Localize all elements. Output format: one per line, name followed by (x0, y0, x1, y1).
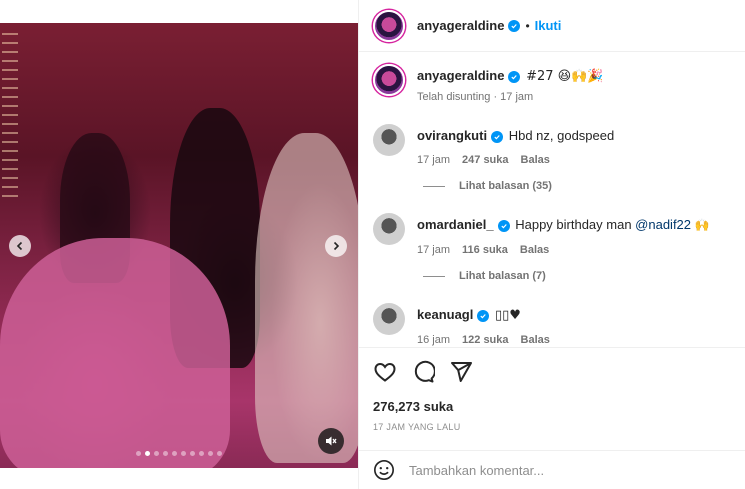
caption-edited: Telah disunting · 17 jam (417, 91, 534, 103)
verified-icon (491, 131, 504, 143)
verified-icon (477, 310, 490, 322)
previous-slide-button[interactable] (9, 235, 31, 257)
divider (423, 185, 445, 187)
verified-icon (497, 220, 510, 232)
comment-time: 17 jam (417, 154, 451, 166)
avatar[interactable] (373, 303, 405, 335)
carousel-dot (181, 451, 186, 456)
carousel-dot (163, 451, 168, 456)
caption-username[interactable]: anyageraldine (417, 68, 504, 83)
chevron-right-icon (333, 241, 340, 251)
author-username[interactable]: anyageraldine (417, 18, 504, 33)
comment-emoji: 🙌 (694, 218, 710, 232)
smiley-icon (374, 460, 394, 480)
avatar[interactable] (373, 64, 405, 96)
comment-input[interactable] (409, 462, 709, 478)
comment: keanuagl ▯▯♥ 16 jam 122 suka Balas (373, 303, 550, 347)
view-replies-label: Lihat balasan (35) (459, 180, 552, 192)
comment: ovirangkuti Hbd nz, godspeed 17 jam 247 … (373, 124, 614, 169)
share-icon (451, 362, 472, 382)
comment-username[interactable]: keanuagl (417, 307, 473, 322)
avatar[interactable] (373, 213, 405, 245)
mute-button[interactable] (318, 428, 344, 454)
view-replies-button[interactable]: Lihat balasan (35) (423, 180, 552, 192)
carousel-dot (136, 451, 141, 456)
carousel-dot (217, 451, 222, 456)
reply-button[interactable]: Balas (521, 332, 550, 347)
comment-text: ▯▯♥ (494, 308, 521, 323)
comment-button[interactable] (411, 360, 436, 384)
reply-button[interactable]: Balas (520, 242, 549, 259)
comment-text: Happy birthday man (515, 217, 636, 232)
comment-username[interactable]: ovirangkuti (417, 128, 487, 143)
post-details-panel: anyageraldine • Ikuti anyageraldine #27 … (358, 0, 745, 489)
carousel-dot (145, 451, 150, 456)
mute-icon (326, 436, 337, 446)
comment-likes[interactable]: 116 suka (462, 242, 508, 259)
mention-link[interactable]: @nadif22 (635, 217, 691, 232)
share-button[interactable] (449, 360, 473, 384)
background-lights (2, 33, 18, 203)
post-actions: 276,273 suka 17 JAM YANG LALU (359, 347, 745, 450)
post-timestamp: 17 JAM YANG LALU (373, 422, 461, 432)
comment-text: Hbd nz, godspeed (508, 128, 615, 143)
heart-icon (374, 362, 396, 382)
comment-likes[interactable]: 247 suka (462, 152, 508, 169)
like-button[interactable] (373, 360, 397, 384)
follow-button[interactable]: Ikuti (535, 18, 562, 33)
separator: • (525, 18, 530, 33)
verified-icon (508, 19, 521, 32)
verified-icon (508, 71, 521, 83)
comment-username[interactable]: omardaniel_ (417, 217, 494, 232)
next-slide-button[interactable] (325, 235, 347, 257)
caption: anyageraldine #27 😆🙌🎉 Telah disunting · … (373, 64, 604, 106)
comment: omardaniel_ Happy birthday man @nadif22 … (373, 213, 710, 259)
divider (423, 275, 445, 277)
comment-time: 17 jam (417, 244, 451, 256)
comment-time: 16 jam (417, 334, 451, 346)
person-figure (255, 133, 358, 463)
add-comment-bar (359, 450, 745, 489)
avatar[interactable] (373, 124, 405, 156)
caption-text: #27 😆🙌🎉 (526, 69, 604, 84)
person-figure (0, 238, 230, 468)
post-media[interactable] (0, 23, 358, 468)
carousel-dot (208, 451, 213, 456)
comment-likes[interactable]: 122 suka (462, 332, 508, 347)
comments-list[interactable]: anyageraldine #27 😆🙌🎉 Telah disunting · … (359, 52, 745, 347)
reply-button[interactable]: Balas (521, 152, 550, 169)
view-replies-button[interactable]: Lihat balasan (7) (423, 270, 546, 282)
carousel-dot (190, 451, 195, 456)
emoji-button[interactable] (373, 459, 395, 481)
likes-count[interactable]: 276,273 suka (373, 399, 453, 414)
carousel-dot (172, 451, 177, 456)
post-header: anyageraldine • Ikuti (359, 0, 745, 52)
view-replies-label: Lihat balasan (7) (459, 270, 546, 282)
chevron-left-icon (16, 241, 23, 251)
avatar[interactable] (373, 9, 405, 42)
carousel-dot (154, 451, 159, 456)
carousel-dot (199, 451, 204, 456)
carousel-indicator (0, 451, 358, 456)
comment-icon (414, 360, 436, 383)
